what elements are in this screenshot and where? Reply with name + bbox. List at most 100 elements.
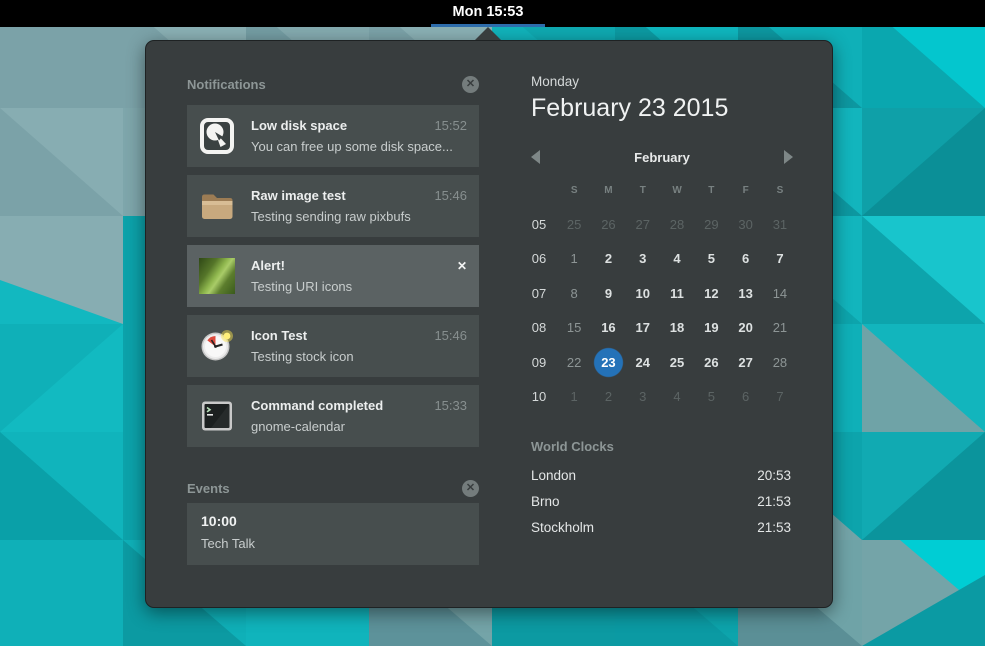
folder-icon: [199, 188, 235, 224]
weekday-header: T: [626, 185, 660, 196]
world-clocks-list[interactable]: London 20:53 Brno 21:53 Stockholm 21:53: [531, 462, 791, 540]
events-title: Events: [187, 481, 230, 496]
day-cell[interactable]: 3: [626, 242, 660, 277]
calendar-notifications-popup: Notifications ✕ Low disk space 15:52 You…: [145, 40, 833, 608]
notification-title: Raw image test: [251, 188, 426, 203]
clock-menu-button[interactable]: Mon 15:53: [431, 0, 545, 27]
day-cell[interactable]: 30: [728, 207, 762, 242]
day-cell[interactable]: 4: [660, 380, 694, 415]
day-cell[interactable]: 31: [763, 207, 797, 242]
day-cell[interactable]: 14: [763, 276, 797, 311]
day-cell[interactable]: 17: [626, 311, 660, 346]
notification-title: Low disk space: [251, 118, 426, 133]
day-cell[interactable]: 26: [591, 207, 625, 242]
notification-time: 15:46: [434, 328, 467, 343]
month-label: February: [531, 150, 793, 165]
notification-command-completed[interactable]: Command completed 15:33 gnome-calendar: [187, 385, 479, 447]
notification-body: Testing sending raw pixbufs: [251, 209, 467, 224]
day-cell[interactable]: 19: [694, 311, 728, 346]
notification-time: 15:33: [434, 398, 467, 413]
weekday-header: W: [660, 185, 694, 196]
day-cell[interactable]: 6: [728, 242, 762, 277]
notification-raw-image-test[interactable]: Raw image test 15:46 Testing sending raw…: [187, 175, 479, 237]
day-cell[interactable]: 26: [694, 345, 728, 380]
day-cell[interactable]: 9: [591, 276, 625, 311]
day-cell[interactable]: 13: [728, 276, 762, 311]
week-number: 10: [521, 380, 557, 415]
event-title: Tech Talk: [201, 536, 465, 551]
notification-time: 15:46: [434, 188, 467, 203]
day-cell[interactable]: 25: [660, 345, 694, 380]
events-clear-button[interactable]: ✕: [462, 480, 479, 497]
day-cell[interactable]: 24: [626, 345, 660, 380]
week-number: 06: [521, 242, 557, 277]
day-cell[interactable]: 6: [728, 380, 762, 415]
clock-label: Mon 15:53: [453, 4, 524, 20]
day-cell[interactable]: 1: [557, 380, 591, 415]
day-cell[interactable]: 18: [660, 311, 694, 346]
day-cell[interactable]: 7: [763, 380, 797, 415]
top-bar: Mon 15:53: [0, 0, 985, 27]
day-cell[interactable]: 27: [626, 207, 660, 242]
day-cell[interactable]: 5: [694, 242, 728, 277]
world-clock-row[interactable]: London 20:53: [531, 462, 791, 488]
leaf-photo-icon: [199, 258, 235, 294]
day-cell[interactable]: 7: [763, 242, 797, 277]
day-cell-selected[interactable]: 23: [591, 345, 625, 380]
notification-title: Icon Test: [251, 328, 426, 343]
weekday-header: F: [728, 185, 762, 196]
day-cell[interactable]: 2: [591, 380, 625, 415]
notification-title: Command completed: [251, 398, 426, 413]
day-cell[interactable]: 3: [626, 380, 660, 415]
world-clocks-title: World Clocks: [531, 439, 614, 454]
notification-alert[interactable]: Alert! ✕ Testing URI icons: [187, 245, 479, 307]
day-cell[interactable]: 15: [557, 311, 591, 346]
world-clock-time: 21:53: [757, 520, 791, 535]
day-cell[interactable]: 12: [694, 276, 728, 311]
weekday-header: S: [763, 185, 797, 196]
world-clock-time: 21:53: [757, 494, 791, 509]
week-number: 05: [521, 207, 557, 242]
notification-icon-test[interactable]: Icon Test 15:46 Testing stock icon: [187, 315, 479, 377]
day-cell[interactable]: 10: [626, 276, 660, 311]
notification-body: gnome-calendar: [251, 419, 467, 434]
today-weekday-label: Monday: [531, 74, 579, 89]
notification-close-button[interactable]: ✕: [457, 259, 467, 273]
day-cell[interactable]: 20: [728, 311, 762, 346]
notification-body: Testing URI icons: [251, 279, 467, 294]
notification-low-disk-space[interactable]: Low disk space 15:52 You can free up som…: [187, 105, 479, 167]
day-cell[interactable]: 22: [557, 345, 591, 380]
day-cell[interactable]: 21: [763, 311, 797, 346]
terminal-icon: [199, 398, 235, 434]
notification-body: Testing stock icon: [251, 349, 467, 364]
popup-pointer-arrow: [475, 27, 501, 40]
notifications-title: Notifications: [187, 77, 266, 92]
calendar-month-nav: February: [531, 147, 793, 167]
event-time: 10:00: [201, 513, 465, 529]
week-number: 07: [521, 276, 557, 311]
world-clock-city: London: [531, 468, 576, 483]
day-cell[interactable]: 28: [660, 207, 694, 242]
world-clock-row[interactable]: Stockholm 21:53: [531, 514, 791, 540]
world-clock-row[interactable]: Brno 21:53: [531, 488, 791, 514]
day-cell[interactable]: 1: [557, 242, 591, 277]
day-cell[interactable]: 25: [557, 207, 591, 242]
day-cell[interactable]: 2: [591, 242, 625, 277]
week-number: 09: [521, 345, 557, 380]
day-cell[interactable]: 11: [660, 276, 694, 311]
day-cell[interactable]: 29: [694, 207, 728, 242]
day-cell[interactable]: 28: [763, 345, 797, 380]
day-cell[interactable]: 5: [694, 380, 728, 415]
day-cell[interactable]: 8: [557, 276, 591, 311]
day-cell[interactable]: 16: [591, 311, 625, 346]
event-tech-talk[interactable]: 10:00 Tech Talk: [187, 503, 479, 565]
day-cell[interactable]: 27: [728, 345, 762, 380]
alarm-clock-icon: [199, 328, 235, 364]
events-header: Events ✕: [187, 479, 479, 497]
notification-body: You can free up some disk space...: [251, 139, 467, 154]
world-clock-city: Stockholm: [531, 520, 594, 535]
notification-time: 15:52: [434, 118, 467, 133]
notifications-clear-button[interactable]: ✕: [462, 76, 479, 93]
day-cell[interactable]: 4: [660, 242, 694, 277]
notification-list: Low disk space 15:52 You can free up som…: [187, 105, 479, 455]
